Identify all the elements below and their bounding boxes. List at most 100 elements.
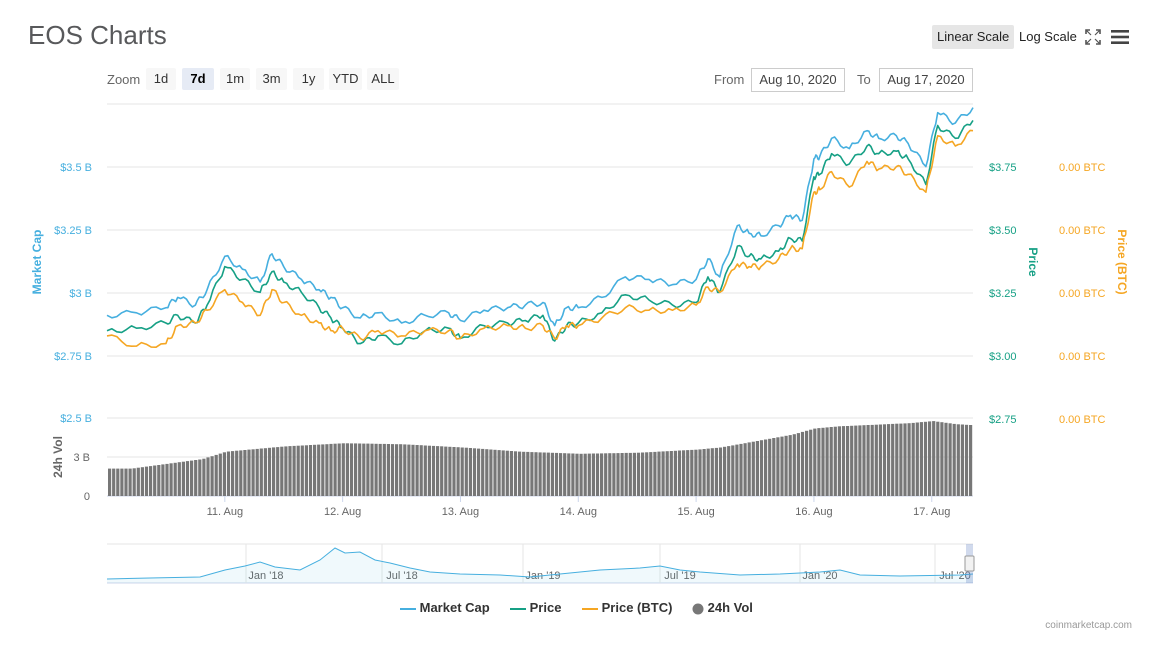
volume-bar <box>796 433 800 496</box>
volume-bar <box>878 424 882 496</box>
btc-tick-label: 0.00 BTC <box>1059 225 1106 237</box>
volume-bar <box>354 443 358 496</box>
volume-bar <box>149 466 153 496</box>
btc-tick-label: 0.00 BTC <box>1059 162 1106 174</box>
volume-bar <box>686 450 690 496</box>
volume-bar <box>440 446 444 496</box>
volume-bar <box>936 421 940 496</box>
volume-bar <box>928 421 932 496</box>
volume-bar <box>452 447 456 496</box>
volume-bar <box>530 452 534 496</box>
volume-bar <box>559 453 563 496</box>
volume-bar <box>296 445 300 496</box>
volume-bar <box>120 468 124 496</box>
volume-bar <box>612 453 616 496</box>
volume-bar <box>784 435 788 496</box>
volume-bar <box>665 451 669 496</box>
volume-bar <box>259 448 263 496</box>
volume-bar <box>755 441 759 496</box>
volume-bar <box>739 443 743 496</box>
x-tick-label: 15. Aug <box>677 506 714 518</box>
volume-bar <box>899 423 903 496</box>
volume-bar <box>198 459 202 496</box>
volume-bar <box>702 449 706 496</box>
volume-bar <box>362 443 366 496</box>
volume-bar <box>185 461 190 496</box>
volume-bar <box>792 434 796 496</box>
price-tick-label: $3.25 <box>989 288 1017 300</box>
volume-bar <box>288 446 292 496</box>
volume-bar <box>329 443 333 496</box>
volume-bar <box>866 425 870 496</box>
volume-bar <box>513 451 518 496</box>
volume-bar <box>382 443 386 496</box>
volume-bar <box>837 426 841 496</box>
volume-bar <box>624 452 628 496</box>
volume-bar <box>780 436 784 496</box>
volume-bar <box>887 424 891 496</box>
price-tick-label: $3.50 <box>989 225 1017 237</box>
volume-bar <box>874 424 878 496</box>
volume-bar <box>608 453 612 496</box>
volume-bar <box>526 451 530 496</box>
volume-bar <box>341 443 345 496</box>
volume-bar <box>915 422 919 496</box>
volume-bar <box>550 452 554 496</box>
volume-bar <box>403 444 407 496</box>
credit[interactable]: coinmarketcap.com <box>1045 620 1132 631</box>
volume-bar <box>632 452 636 496</box>
volume-bar <box>370 443 374 496</box>
volume-bar <box>546 452 550 496</box>
x-tick-label: 17. Aug <box>913 506 950 518</box>
volume-bar <box>472 448 477 496</box>
volume-bar <box>554 452 559 496</box>
legend-price[interactable]: Price <box>510 600 580 616</box>
volume-bar <box>895 423 899 496</box>
volume-bar <box>144 466 149 496</box>
volume-bar <box>493 449 497 496</box>
legend-24h-vol[interactable]: 24h Vol <box>692 600 782 616</box>
volume-bar <box>374 443 378 496</box>
volume-bar <box>657 451 661 496</box>
volume-bar <box>846 426 850 496</box>
left-axis-title: Market Cap <box>30 230 44 295</box>
volume-bar <box>969 425 973 496</box>
x-tick-label: 11. Aug <box>207 506 244 518</box>
volume-bar <box>641 452 645 496</box>
left-tick-label: $2.75 B <box>54 351 92 363</box>
legend-price-btc-label: Price (BTC) <box>601 600 673 615</box>
volume-bar <box>522 451 526 496</box>
volume-bar <box>616 453 620 496</box>
volume-bar <box>263 448 267 496</box>
legend-market-cap[interactable]: Market Cap <box>400 600 500 616</box>
volume-bar <box>165 463 169 496</box>
volume-bar <box>300 445 304 496</box>
volume-bar <box>308 445 313 496</box>
volume-bar <box>161 464 165 496</box>
volume-bar <box>468 448 472 496</box>
volume-bar <box>431 445 436 496</box>
volume-bar <box>325 444 329 496</box>
volume-bar <box>272 447 276 496</box>
volume-bar <box>218 453 222 496</box>
volume-bar <box>833 426 837 496</box>
volume-bar <box>321 444 325 496</box>
volume-bar <box>255 448 259 496</box>
volume-bar <box>891 423 895 496</box>
volume-bar <box>395 444 399 496</box>
volume-bar <box>841 426 846 496</box>
volume-bar <box>317 444 321 496</box>
volume-bar <box>509 451 513 496</box>
volume-bar <box>140 467 144 496</box>
volume-bar <box>805 430 809 496</box>
volume-bar <box>505 450 509 496</box>
legend-price-btc[interactable]: Price (BTC) <box>582 600 682 616</box>
price-axis-title: Price <box>1026 247 1040 277</box>
volume-bar <box>456 447 460 496</box>
volume-bar <box>243 450 247 496</box>
volume-bar <box>464 447 468 496</box>
volume-bar <box>764 439 768 496</box>
volume-bar <box>116 468 120 496</box>
x-tick-label: 13. Aug <box>442 506 479 518</box>
x-tick-label: 14. Aug <box>560 506 597 518</box>
